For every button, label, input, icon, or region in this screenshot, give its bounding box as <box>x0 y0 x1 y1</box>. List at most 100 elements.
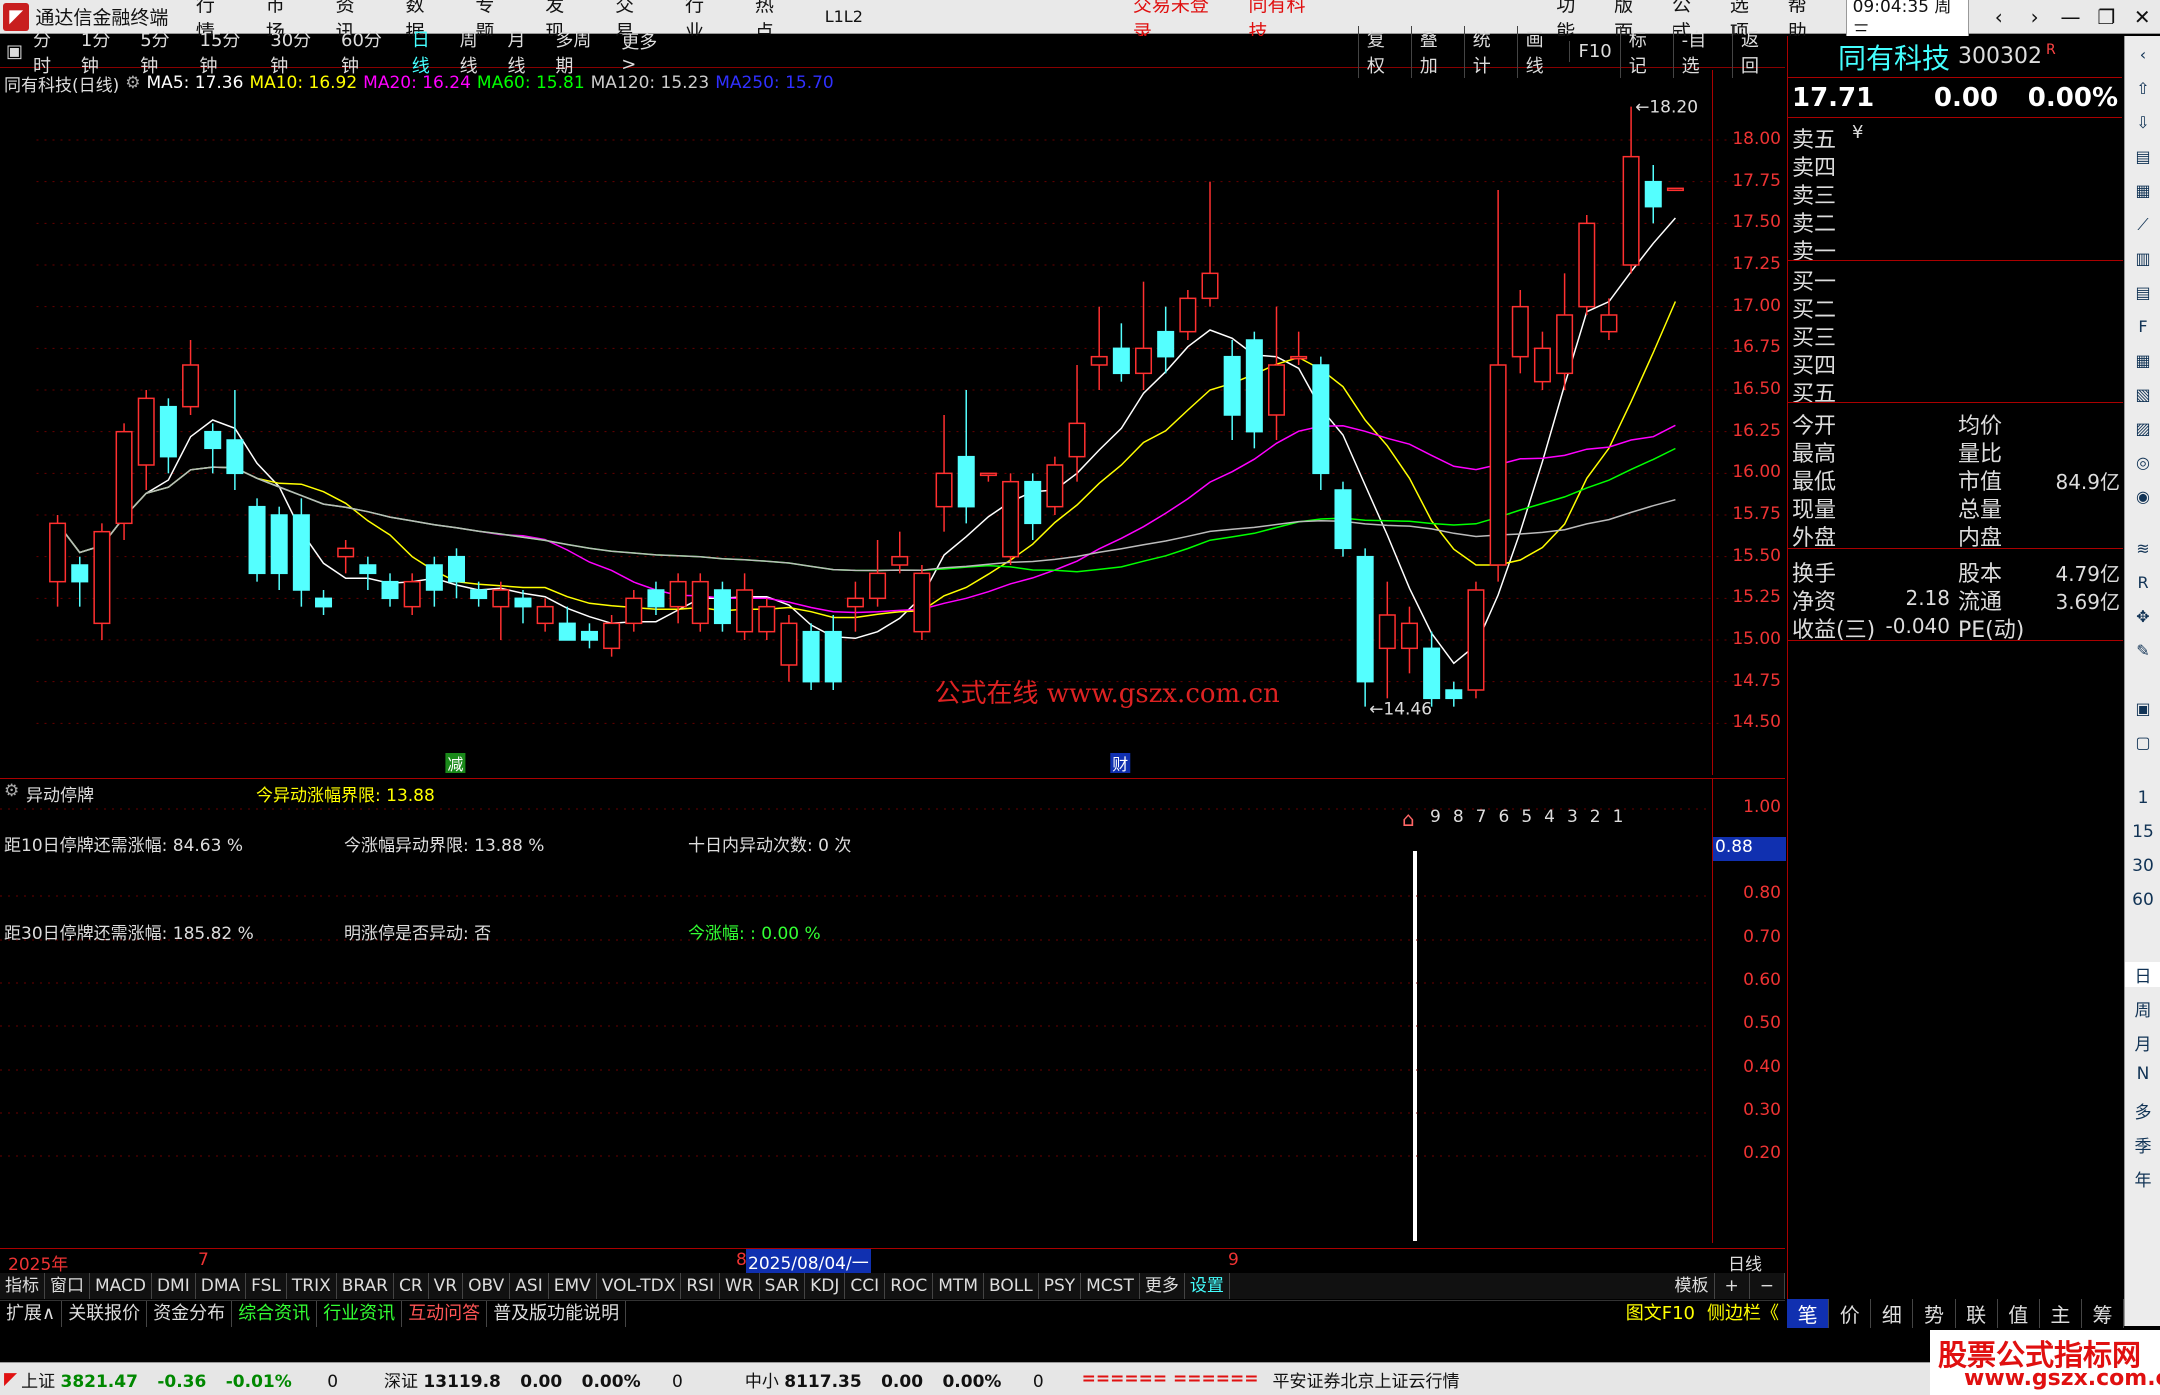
indicator-tab[interactable]: WR <box>720 1273 760 1299</box>
indicator-tab[interactable]: KDJ <box>805 1273 846 1299</box>
forward-icon[interactable]: › <box>2017 5 2053 29</box>
remove-panel-icon[interactable]: − <box>1750 1273 1785 1299</box>
period-more[interactable]: 更多 > <box>621 28 678 75</box>
indicator-tab[interactable]: 指标 <box>0 1273 45 1299</box>
quote-tab[interactable]: 笔 <box>1787 1298 1830 1328</box>
restore-icon[interactable]: ❐ <box>2088 5 2124 29</box>
indicator-tab[interactable]: ASI <box>510 1273 549 1299</box>
circle-icon[interactable]: ◉ <box>2130 484 2156 510</box>
tab-related-quotes[interactable]: 关联报价 <box>62 1300 148 1327</box>
rail-quarter[interactable]: 季 <box>2125 1132 2160 1157</box>
rail-year[interactable]: 年 <box>2125 1166 2160 1191</box>
table-icon[interactable]: ▦ <box>2130 348 2156 374</box>
indicator-tab[interactable]: MCST <box>1081 1273 1140 1299</box>
rail-month[interactable]: 月 <box>2125 1030 2160 1055</box>
indicator-tab[interactable]: BRAR <box>337 1273 394 1299</box>
fs-icon[interactable]: ▧ <box>2130 382 2156 408</box>
close-icon[interactable]: ✕ <box>2124 5 2160 29</box>
indicator-tab[interactable]: EMV <box>549 1273 597 1299</box>
add-panel-icon[interactable]: + <box>1715 1273 1750 1299</box>
indicator-tab[interactable]: OBV <box>463 1273 511 1299</box>
zx-index[interactable]: 中小 8117.35 0.00 0.00% 0 <box>745 1367 1044 1392</box>
sh-index[interactable]: 上证 3821.47 -0.36 -0.01% 0 <box>21 1367 338 1392</box>
fs2-icon[interactable]: ▣ <box>2130 696 2156 722</box>
indicator-tab[interactable]: PSY <box>1039 1273 1082 1299</box>
indicator-tab[interactable]: BOLL <box>984 1273 1039 1299</box>
box-icon[interactable]: ▢ <box>2130 730 2156 756</box>
event-mark[interactable]: 财 <box>1112 755 1128 774</box>
indicator-tab[interactable]: VR <box>429 1273 464 1299</box>
ma-settings-icon[interactable]: ⚙ <box>125 73 140 93</box>
collapse-icon[interactable]: ‹ <box>2130 42 2156 68</box>
tab-fund-flow[interactable]: 资金分布 <box>147 1300 233 1327</box>
rail-1min[interactable]: 1 <box>2125 788 2160 808</box>
rail-week[interactable]: 周 <box>2125 996 2160 1021</box>
indicator-tab[interactable]: VOL-TDX <box>597 1273 682 1299</box>
indicator-tab[interactable]: FSL <box>246 1273 287 1299</box>
indicator-tab[interactable]: DMI <box>152 1273 196 1299</box>
ma60-label: MA60: 15.81 <box>476 73 585 93</box>
quote-tab[interactable]: 筹 <box>2082 1298 2124 1328</box>
candle <box>425 556 443 607</box>
sz-index[interactable]: 深证 13119.8 0.00 0.00% 0 <box>384 1367 683 1392</box>
tab-expand[interactable]: 扩展∧ <box>0 1300 63 1327</box>
arrow-up-icon[interactable]: ⇧ <box>2130 76 2156 102</box>
quote-tab[interactable]: 价 <box>1829 1298 1872 1328</box>
fund-icon[interactable]: ◎ <box>2130 450 2156 476</box>
panel-toggle-icon[interactable]: ▣ <box>6 41 23 62</box>
rail-60min[interactable]: 60 <box>2125 890 2160 910</box>
rail-multi[interactable]: 多 <box>2125 1098 2160 1123</box>
rail-30min[interactable]: 30 <box>2125 856 2160 876</box>
quote-tab[interactable]: 主 <box>2040 1298 2082 1328</box>
tool-f10[interactable]: F10 <box>1569 41 1619 62</box>
stock-name[interactable]: 同有科技 <box>1838 37 1950 77</box>
pencil-icon[interactable]: ✎ <box>2130 638 2156 664</box>
indicator-tab[interactable]: DMA <box>196 1273 247 1299</box>
kline-icon[interactable]: ▥ <box>2130 246 2156 272</box>
move-icon[interactable]: ✥ <box>2130 604 2156 630</box>
clock-time: 09:04:35 <box>1852 0 1929 17</box>
sub-axis-050: 0.50 <box>1743 1013 1781 1033</box>
template-button[interactable]: 模板 <box>1670 1273 1715 1299</box>
indicator-tab[interactable]: MACD <box>90 1273 152 1299</box>
indicator-tab[interactable]: CR <box>394 1273 429 1299</box>
list-icon[interactable]: ▤ <box>2130 144 2156 170</box>
rss-icon[interactable]: ≋ <box>2130 536 2156 562</box>
rail-15min[interactable]: 15 <box>2125 822 2160 842</box>
back-icon[interactable]: ‹ <box>1981 5 2017 29</box>
menu-item-l1l2[interactable]: L1L2 <box>825 7 863 26</box>
indicator-tab[interactable]: 更多 <box>1140 1273 1185 1299</box>
line-chart-icon[interactable]: ⟋ <box>2130 212 2156 238</box>
indicator-tab[interactable]: 窗口 <box>45 1273 90 1299</box>
indicator-tab[interactable]: ROC <box>885 1273 934 1299</box>
f10-link[interactable]: 图文F10 <box>1620 1301 1701 1327</box>
quote-tab[interactable]: 势 <box>1913 1298 1956 1328</box>
fz-icon[interactable]: ▨ <box>2130 416 2156 442</box>
indicator-tab[interactable]: TRIX <box>287 1273 337 1299</box>
indicator-tab[interactable]: CCI <box>845 1273 886 1299</box>
price-change-pct: 0.00% <box>2027 82 2118 113</box>
event-mark[interactable]: 减 <box>447 755 463 774</box>
kline-chart[interactable]: ←18.20 ←14.46 减 财 公式在线 www.gszx.com.cn <box>0 70 1785 775</box>
tab-general-news[interactable]: 综合资讯 <box>232 1300 318 1327</box>
sidebar-link[interactable]: 侧边栏《 <box>1701 1301 1785 1327</box>
indicator-tab[interactable]: 设置 <box>1185 1273 1230 1299</box>
grid-icon[interactable]: ▦ <box>2130 178 2156 204</box>
quote-tab[interactable]: 联 <box>1956 1298 1998 1328</box>
indicator-tab[interactable]: MTM <box>933 1273 984 1299</box>
rsi-icon[interactable]: R <box>2130 570 2156 596</box>
rail-day[interactable]: 日 <box>2125 962 2160 987</box>
quote-tab[interactable]: 值 <box>1998 1298 2040 1328</box>
f10-icon[interactable]: F <box>2130 314 2156 340</box>
arrow-down-icon[interactable]: ⇩ <box>2130 110 2156 136</box>
indicator-tab[interactable]: RSI <box>681 1273 720 1299</box>
tab-industry-news[interactable]: 行业资讯 <box>317 1300 403 1327</box>
quote-tab[interactable]: 细 <box>1871 1298 1914 1328</box>
rail-n[interactable]: N <box>2125 1064 2160 1084</box>
indicator-tab[interactable]: SAR <box>760 1273 806 1299</box>
tab-qa[interactable]: 互动问答 <box>402 1300 488 1327</box>
candle <box>713 581 731 632</box>
tab-help[interactable]: 普及版功能说明 <box>487 1300 627 1327</box>
news-icon[interactable]: ▤ <box>2130 280 2156 306</box>
minimize-icon[interactable]: — <box>2053 5 2089 29</box>
